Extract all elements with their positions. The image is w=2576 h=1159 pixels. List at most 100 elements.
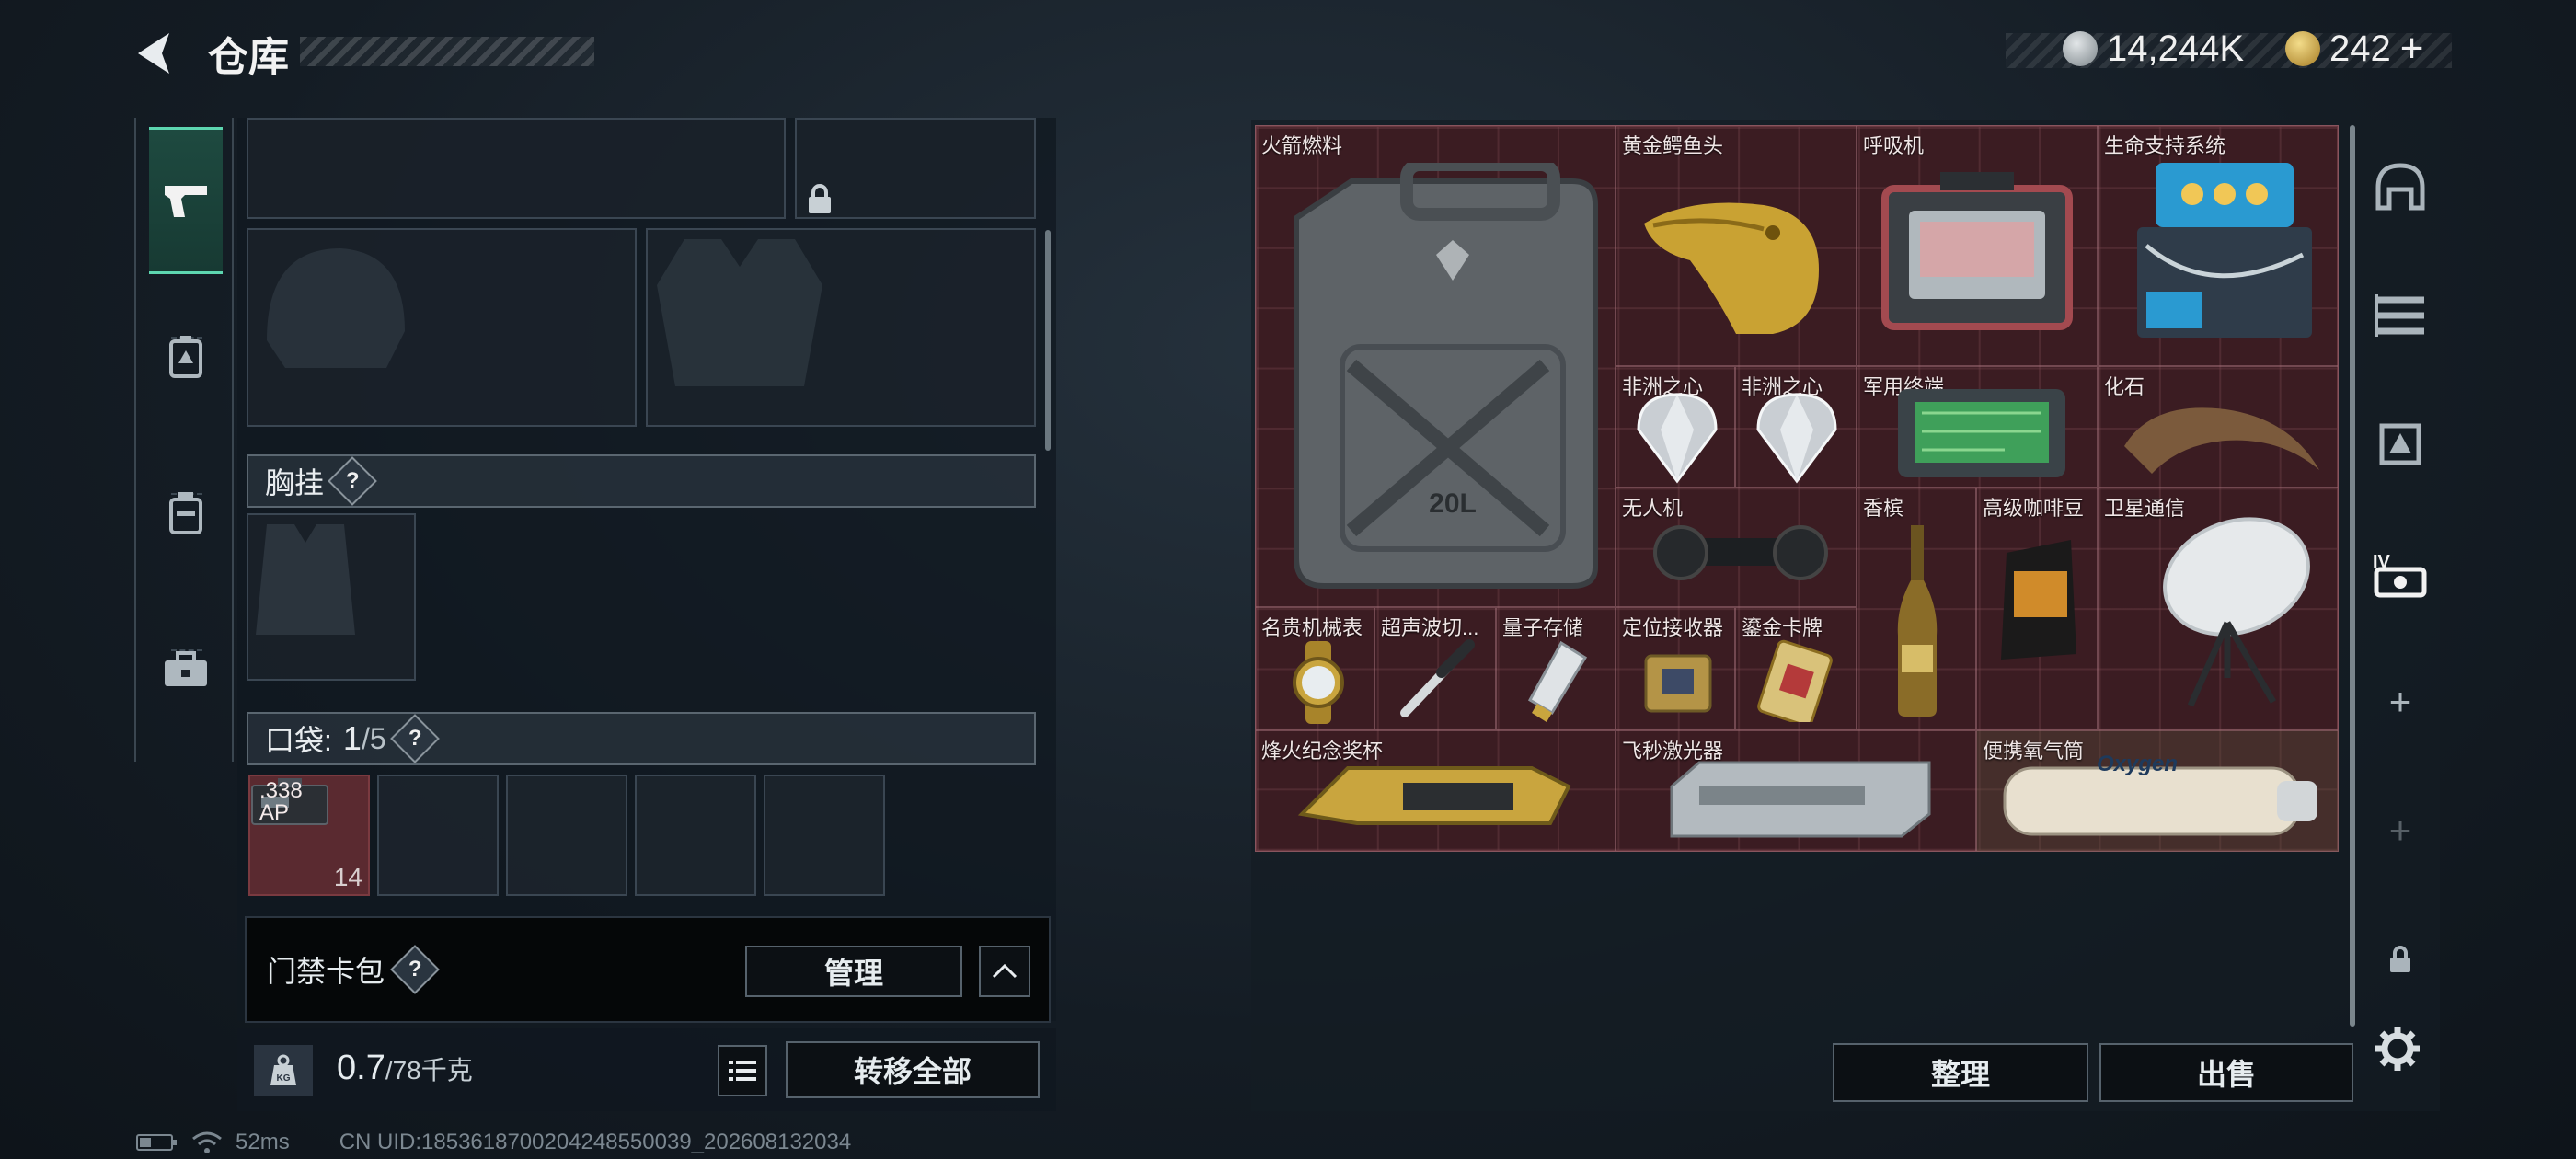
watch-icon xyxy=(1293,641,1344,724)
tab-stash-rifles[interactable] xyxy=(2370,285,2431,346)
stash-item-femtosecond-laser[interactable]: 飞秒激光器 xyxy=(1616,730,1976,852)
helmet-silhouette-icon xyxy=(267,248,405,368)
add-gold-icon[interactable]: + xyxy=(2400,26,2424,72)
help-icon[interactable]: ? xyxy=(390,945,440,994)
item-label: 超声波切... xyxy=(1381,616,1479,639)
vest-silhouette-icon xyxy=(657,239,822,386)
stash-item-rocket-fuel[interactable]: 火箭燃料 20L xyxy=(1255,125,1616,607)
stash-item-ultrasonic-cutter[interactable]: 超声波切... xyxy=(1374,607,1496,730)
stash-item-heart-of-africa-1[interactable]: 非洲之心 xyxy=(1616,366,1735,488)
stash-item-drone[interactable]: 无人机 xyxy=(1616,488,1857,607)
stash-item-gilded-card[interactable]: 鎏金卡牌 xyxy=(1735,607,1857,730)
stash-item-fossil[interactable]: 化石 xyxy=(2098,366,2339,488)
title-stripe xyxy=(300,37,594,66)
stash-scrollbar[interactable] xyxy=(2350,125,2355,1027)
stash-item-portable-oxygen[interactable]: 便携氧气筒 Oxygen xyxy=(1976,730,2339,852)
stash-item-life-support[interactable]: 生命支持系统 xyxy=(2098,125,2339,366)
item-label: 名贵机械表 xyxy=(1261,616,1363,639)
silver-currency: 14,244K xyxy=(2063,26,2244,72)
ammo-count: 14 xyxy=(333,863,362,891)
laser-device-icon xyxy=(1670,761,1931,838)
pocket-slot-5[interactable] xyxy=(764,775,885,896)
gear-icon xyxy=(2375,1027,2420,1071)
add-tab-button-disabled[interactable]: + xyxy=(2370,800,2431,861)
keycard-label: 门禁卡包 xyxy=(267,955,385,988)
stash-item-gps-receiver[interactable]: 定位接收器 xyxy=(1616,607,1735,730)
stash-item-respirator[interactable]: 呼吸机 xyxy=(1857,125,2098,366)
sell-button[interactable]: 出售 xyxy=(2099,1043,2353,1102)
item-label: 定位接收器 xyxy=(1622,616,1724,639)
weapon-slot-primary[interactable] xyxy=(247,118,786,219)
chest-rig-slot[interactable] xyxy=(247,513,416,681)
loadout-scrollbar[interactable] xyxy=(1045,230,1051,451)
pistol-icon xyxy=(165,186,207,217)
weight-capacity: /78千克 xyxy=(385,1056,473,1084)
tab-lock[interactable] xyxy=(2370,929,2431,990)
item-label: 鎏金卡牌 xyxy=(1742,616,1823,639)
tab-stash-helmet[interactable] xyxy=(2370,156,2431,217)
chevron-up-icon xyxy=(992,963,1018,979)
pockets-total: /5 xyxy=(361,721,386,755)
add-tab-button[interactable]: + xyxy=(2370,671,2431,732)
tab-case[interactable] xyxy=(149,596,223,743)
collapse-button[interactable] xyxy=(979,946,1030,997)
pockets-label: 口袋: xyxy=(265,724,332,757)
stash-item-luxury-watch[interactable]: 名贵机械表 xyxy=(1255,607,1374,730)
help-icon[interactable]: ? xyxy=(389,714,440,763)
battery-icon xyxy=(136,1134,177,1151)
weight-row: KG 0.7/78千克 转移全部 xyxy=(237,1028,1056,1111)
stash-item-quantum-storage[interactable]: 量子存储 xyxy=(1496,607,1616,730)
gold-currency[interactable]: 242 + xyxy=(2285,26,2423,72)
usb-drive-icon xyxy=(1527,640,1588,722)
chest-rig-label: 胸挂 xyxy=(265,466,325,499)
pocket-slot-3[interactable] xyxy=(506,775,627,896)
stash-item-trophy[interactable]: 烽火纪念奖杯 xyxy=(1255,730,1616,852)
gold-coin-icon xyxy=(2285,31,2320,66)
item-label: 黄金鳄鱼头 xyxy=(1622,134,1724,157)
stash-item-gold-croc[interactable]: 黄金鳄鱼头 xyxy=(1616,125,1857,366)
svg-text:20L: 20L xyxy=(1429,488,1477,519)
item-label: 香槟 xyxy=(1863,497,1904,520)
gps-receiver-icon xyxy=(1644,654,1712,713)
armor-pouch-icon xyxy=(169,336,202,378)
weight-readout: 0.7/78千克 xyxy=(337,1049,473,1088)
weight-icon: KG xyxy=(254,1045,313,1096)
help-icon[interactable]: ? xyxy=(328,456,377,506)
helmet-slot[interactable] xyxy=(247,228,637,427)
tab-armor[interactable] xyxy=(149,283,223,430)
manage-button[interactable]: 管理 xyxy=(745,946,962,997)
item-label: 呼吸机 xyxy=(1863,134,1925,157)
stash-item-champagne[interactable]: 香槟 xyxy=(1857,488,1976,730)
pockets-used: 1 xyxy=(342,719,362,757)
stash-item-heart-of-africa-2[interactable]: 非洲之心 xyxy=(1735,366,1857,488)
transfer-all-button[interactable]: 转移全部 xyxy=(786,1041,1040,1098)
level-iv-icon: IV xyxy=(2373,552,2427,598)
pocket-slot-2[interactable] xyxy=(377,775,499,896)
terminal-icon xyxy=(1898,389,2065,477)
stash-item-military-terminal[interactable]: 军用终端 xyxy=(1857,366,2098,488)
stash-tabs: IV + + xyxy=(2361,120,2440,1111)
wifi-icon xyxy=(192,1131,222,1153)
tab-backpack[interactable] xyxy=(149,440,223,587)
body-armor-slot[interactable] xyxy=(646,228,1036,427)
chest-rig-header: 胸挂 ? xyxy=(247,454,1036,508)
gold-card-icon xyxy=(1757,639,1833,722)
settings-button[interactable] xyxy=(2372,1023,2423,1074)
sort-button[interactable]: 整理 xyxy=(1833,1043,2088,1102)
tab-stash-level-iv[interactable]: IV xyxy=(2370,543,2431,603)
list-view-button[interactable] xyxy=(718,1045,767,1096)
pockets-header: 口袋: 1/5 ? xyxy=(247,712,1036,765)
pocket-slot-4[interactable] xyxy=(635,775,756,896)
pocket-slot-1[interactable]: .338 AP 14 xyxy=(248,775,370,896)
weight-current: 0.7 xyxy=(337,1049,385,1087)
tab-stash-armor[interactable] xyxy=(2370,414,2431,475)
ping-text: 52ms xyxy=(236,1130,290,1154)
back-arrow-icon[interactable] xyxy=(129,26,184,81)
svg-text:KG: KG xyxy=(277,1073,291,1084)
weapon-slot-locked[interactable] xyxy=(795,118,1036,219)
silver-coin-icon xyxy=(2063,31,2098,66)
stash-item-coffee-beans[interactable]: 高级咖啡豆 xyxy=(1976,488,2098,730)
tab-weapons[interactable] xyxy=(149,127,223,274)
stash-item-satellite[interactable]: 卫星通信 xyxy=(2098,488,2339,730)
status-bar: 52ms CN UID:1853618700204248550039_20260… xyxy=(136,1130,851,1155)
